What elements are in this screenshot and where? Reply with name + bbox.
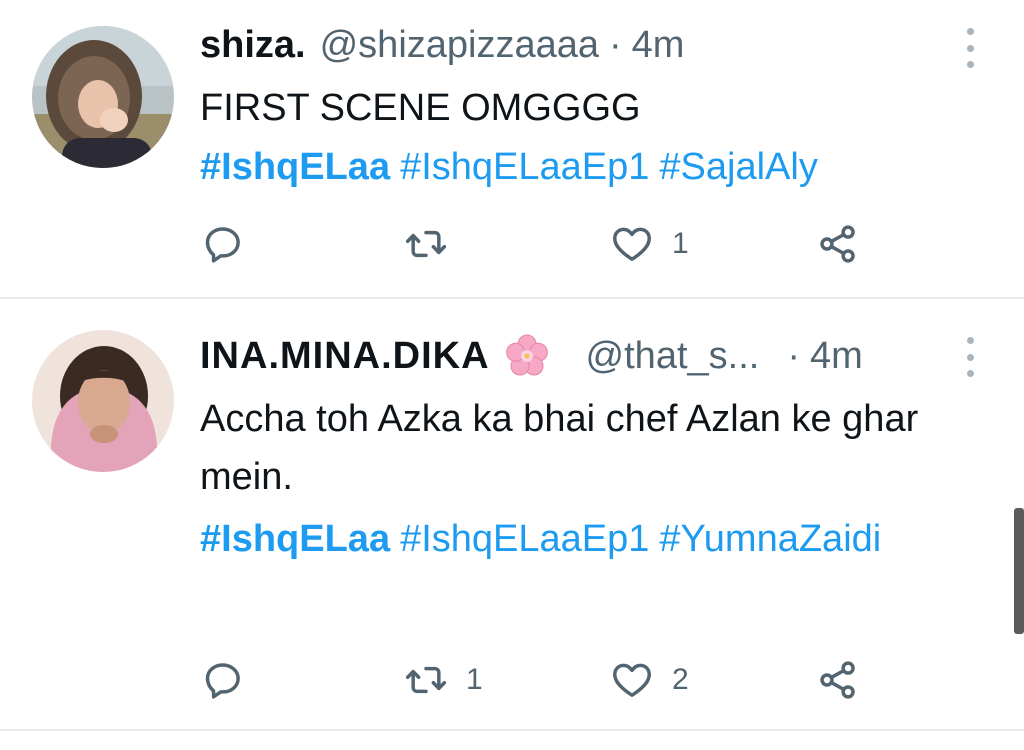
tweet-text: Accha toh Azka ka bhai chef Azlan ke gha… — [200, 398, 919, 498]
user-handle[interactable]: @shizapizzaaaa — [320, 20, 599, 70]
tweet-header: INA.MINA.DIKA @that_s... · 4m — [200, 331, 863, 381]
avatar-image — [32, 330, 174, 472]
more-vertical-icon[interactable] — [965, 337, 975, 377]
like-button[interactable]: 1 — [610, 219, 689, 269]
hashtag-link[interactable]: #IshqELaa — [200, 518, 390, 560]
divider — [0, 729, 1024, 731]
like-count: 2 — [672, 663, 689, 696]
more-vertical-icon[interactable] — [965, 28, 975, 68]
tweet-header: shiza. @shizapizzaaaa · 4m — [200, 20, 684, 70]
display-name[interactable]: INA.MINA.DIKA — [200, 331, 490, 381]
share-icon — [820, 225, 855, 263]
timestamp[interactable]: 4m — [810, 331, 863, 381]
reply-icon — [205, 227, 240, 263]
tweet-text: FIRST SCENE OMGGGG — [200, 87, 641, 129]
like-button[interactable]: 2 — [610, 655, 689, 705]
tweet-feed: shiza. @shizapizzaaaa · 4m FIRST SCENE O… — [0, 0, 1024, 750]
hashtag-list: #IshqELaa #IshqELaaEp1 #SajalAly — [200, 138, 980, 196]
share-button[interactable] — [816, 655, 860, 705]
avatar[interactable] — [32, 330, 174, 472]
display-name[interactable]: shiza. — [200, 20, 306, 70]
tweet[interactable]: INA.MINA.DIKA @that_s... · 4m Accha toh … — [0, 299, 1024, 729]
user-handle[interactable]: @that_s... — [586, 331, 760, 381]
like-count: 1 — [672, 227, 689, 260]
retweet-button[interactable]: 1 — [404, 655, 483, 705]
separator-dot: · — [787, 335, 800, 377]
reply-button[interactable] — [202, 655, 246, 705]
reply-button[interactable] — [202, 219, 246, 269]
share-button[interactable] — [816, 219, 860, 269]
separator-dot: · — [609, 24, 622, 66]
retweet-count: 1 — [466, 663, 483, 696]
scrollbar-thumb[interactable] — [1014, 508, 1024, 634]
avatar[interactable] — [32, 26, 174, 168]
tweet[interactable]: shiza. @shizapizzaaaa · 4m FIRST SCENE O… — [0, 0, 1024, 298]
hashtag-link[interactable]: #IshqELaaEp1 — [400, 518, 649, 560]
tweet-actions: 1 — [200, 219, 900, 269]
hashtag-link[interactable]: #IshqELaa — [200, 146, 390, 188]
share-icon — [820, 661, 855, 699]
hashtag-list: #IshqELaa #IshqELaaEp1 #YumnaZaidi — [200, 510, 881, 568]
retweet-button[interactable] — [404, 219, 466, 269]
heart-icon — [613, 663, 651, 697]
cherry-blossom-icon — [504, 333, 550, 379]
retweet-icon — [405, 666, 447, 694]
hashtag-link[interactable]: #IshqELaaEp1 — [400, 146, 649, 188]
avatar-image — [32, 26, 174, 168]
timestamp[interactable]: 4m — [632, 20, 685, 70]
hashtag-link[interactable]: #YumnaZaidi — [659, 518, 881, 560]
reply-icon — [205, 663, 240, 699]
tweet-actions: 1 2 — [200, 655, 900, 705]
heart-icon — [613, 227, 651, 261]
hashtag-link[interactable]: #SajalAly — [659, 146, 817, 188]
retweet-icon — [405, 230, 447, 258]
